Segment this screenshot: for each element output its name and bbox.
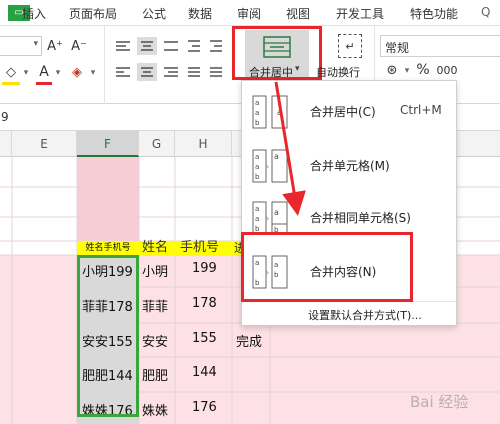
chevron-down-icon[interactable]: ▾	[402, 62, 412, 80]
cell-g-2[interactable]: 菲菲	[142, 296, 168, 315]
svg-text:a: a	[277, 108, 282, 117]
currency-icon[interactable]: ⊛	[382, 60, 402, 80]
tab-insert[interactable]: 插入	[22, 5, 46, 22]
menu-item-merge-center[interactable]: a a b a 合并居中(C) Ctrl+M	[242, 89, 456, 133]
svg-text:a: a	[274, 152, 279, 161]
menu-label: 合并居中(C)	[310, 105, 376, 119]
svg-text:a: a	[255, 109, 259, 117]
wrap-text-button[interactable]: ↵ 自动换行	[316, 30, 372, 80]
cell-g-1[interactable]: 小明	[142, 261, 168, 280]
column-header-g[interactable]: G	[139, 131, 175, 157]
cell-h-1[interactable]: 199	[192, 261, 217, 276]
wrap-text-icon: ↵	[338, 34, 362, 58]
chevron-down-icon[interactable]: ▾	[88, 64, 98, 82]
svg-text:a: a	[255, 215, 259, 223]
thousands-icon[interactable]: 000	[434, 60, 460, 80]
menu-shortcut: Ctrl+M	[400, 103, 442, 117]
tab-review[interactable]: 审阅	[237, 5, 261, 22]
merge-center-option-icon: a a b a	[252, 95, 288, 129]
cell-g-5[interactable]: 姝姝	[142, 400, 168, 419]
alignment-icons[interactable]	[112, 36, 232, 88]
menu-item-set-default[interactable]: 设置默认合并方式(T)...	[308, 307, 422, 323]
chevron-down-icon: ▾	[33, 39, 38, 49]
merge-cells-option-icon: a a b › a	[252, 149, 288, 183]
svg-text:a: a	[255, 99, 259, 107]
cell-h-2[interactable]: 178	[192, 296, 217, 311]
number-format-select[interactable]: 常规	[380, 35, 500, 57]
cell-g-4[interactable]: 肥肥	[142, 365, 168, 384]
wrap-text-label: 自动换行	[316, 66, 360, 79]
header-cell-f[interactable]: 姓名手机号	[77, 241, 139, 255]
column-header-f[interactable]: F	[77, 131, 139, 157]
tab-data[interactable]: 数据	[188, 5, 212, 22]
watermark-logo: Bai 经验	[410, 393, 469, 411]
font-shrink-icon[interactable]: A⁻	[70, 36, 88, 56]
menu-label: 合并相同单元格(S)	[310, 211, 411, 225]
font-size-select[interactable]: ▾	[0, 36, 42, 56]
tab-scroll-icon[interactable]: Q	[481, 5, 490, 19]
tab-special[interactable]: 特色功能	[410, 5, 458, 22]
tab-page-layout[interactable]: 页面布局	[69, 5, 117, 22]
menu-label: 合并单元格(M)	[310, 159, 390, 173]
merge-highlight-box	[232, 26, 322, 80]
column-header-h[interactable]: H	[175, 131, 232, 157]
merge-content-highlight	[241, 232, 413, 302]
formula-value: 9	[1, 110, 9, 124]
tab-developer[interactable]: 开发工具	[336, 5, 384, 22]
chevron-down-icon[interactable]: ▾	[21, 64, 31, 82]
tab-formulas[interactable]: 公式	[142, 5, 166, 22]
svg-text:a: a	[274, 208, 279, 217]
cell-h-3[interactable]: 155	[192, 331, 217, 346]
header-cell-g[interactable]: 姓名	[139, 241, 175, 255]
selection-border	[77, 255, 139, 417]
svg-text:a: a	[255, 153, 259, 161]
cell-i-3[interactable]: 完成	[236, 331, 262, 350]
tab-view[interactable]: 视图	[286, 5, 310, 22]
header-cell-h[interactable]: 手机号	[175, 241, 232, 255]
divider	[104, 26, 105, 104]
svg-text:b: b	[255, 119, 260, 127]
column-header-e[interactable]: E	[12, 131, 77, 157]
menu-item-merge-cells[interactable]: a a b › a 合并单元格(M)	[242, 143, 456, 187]
chevron-down-icon[interactable]: ▾	[53, 64, 63, 82]
merge-same-option-icon: a a b › a b	[252, 201, 288, 235]
svg-text:›: ›	[266, 162, 269, 171]
eraser-icon[interactable]: ◈	[68, 62, 86, 82]
ribbon-tabs: ▭ 插入 页面布局 公式 数据 审阅 视图 开发工具 特色功能 Q	[0, 0, 500, 26]
percent-icon[interactable]: %	[414, 60, 432, 80]
fill-color-icon[interactable]: ◇	[2, 62, 20, 85]
svg-text:a: a	[255, 205, 259, 213]
cell-h-4[interactable]: 144	[192, 365, 217, 380]
column-header-d[interactable]	[0, 131, 12, 157]
cell-h-5[interactable]: 176	[192, 400, 217, 415]
number-format-value: 常规	[385, 41, 410, 55]
cell-g-3[interactable]: 安安	[142, 331, 168, 350]
svg-text:a: a	[255, 163, 259, 171]
font-color-icon[interactable]: A	[36, 62, 52, 85]
svg-text:b: b	[255, 173, 260, 181]
font-grow-icon[interactable]: A⁺	[46, 36, 64, 56]
svg-text:›: ›	[266, 214, 269, 223]
